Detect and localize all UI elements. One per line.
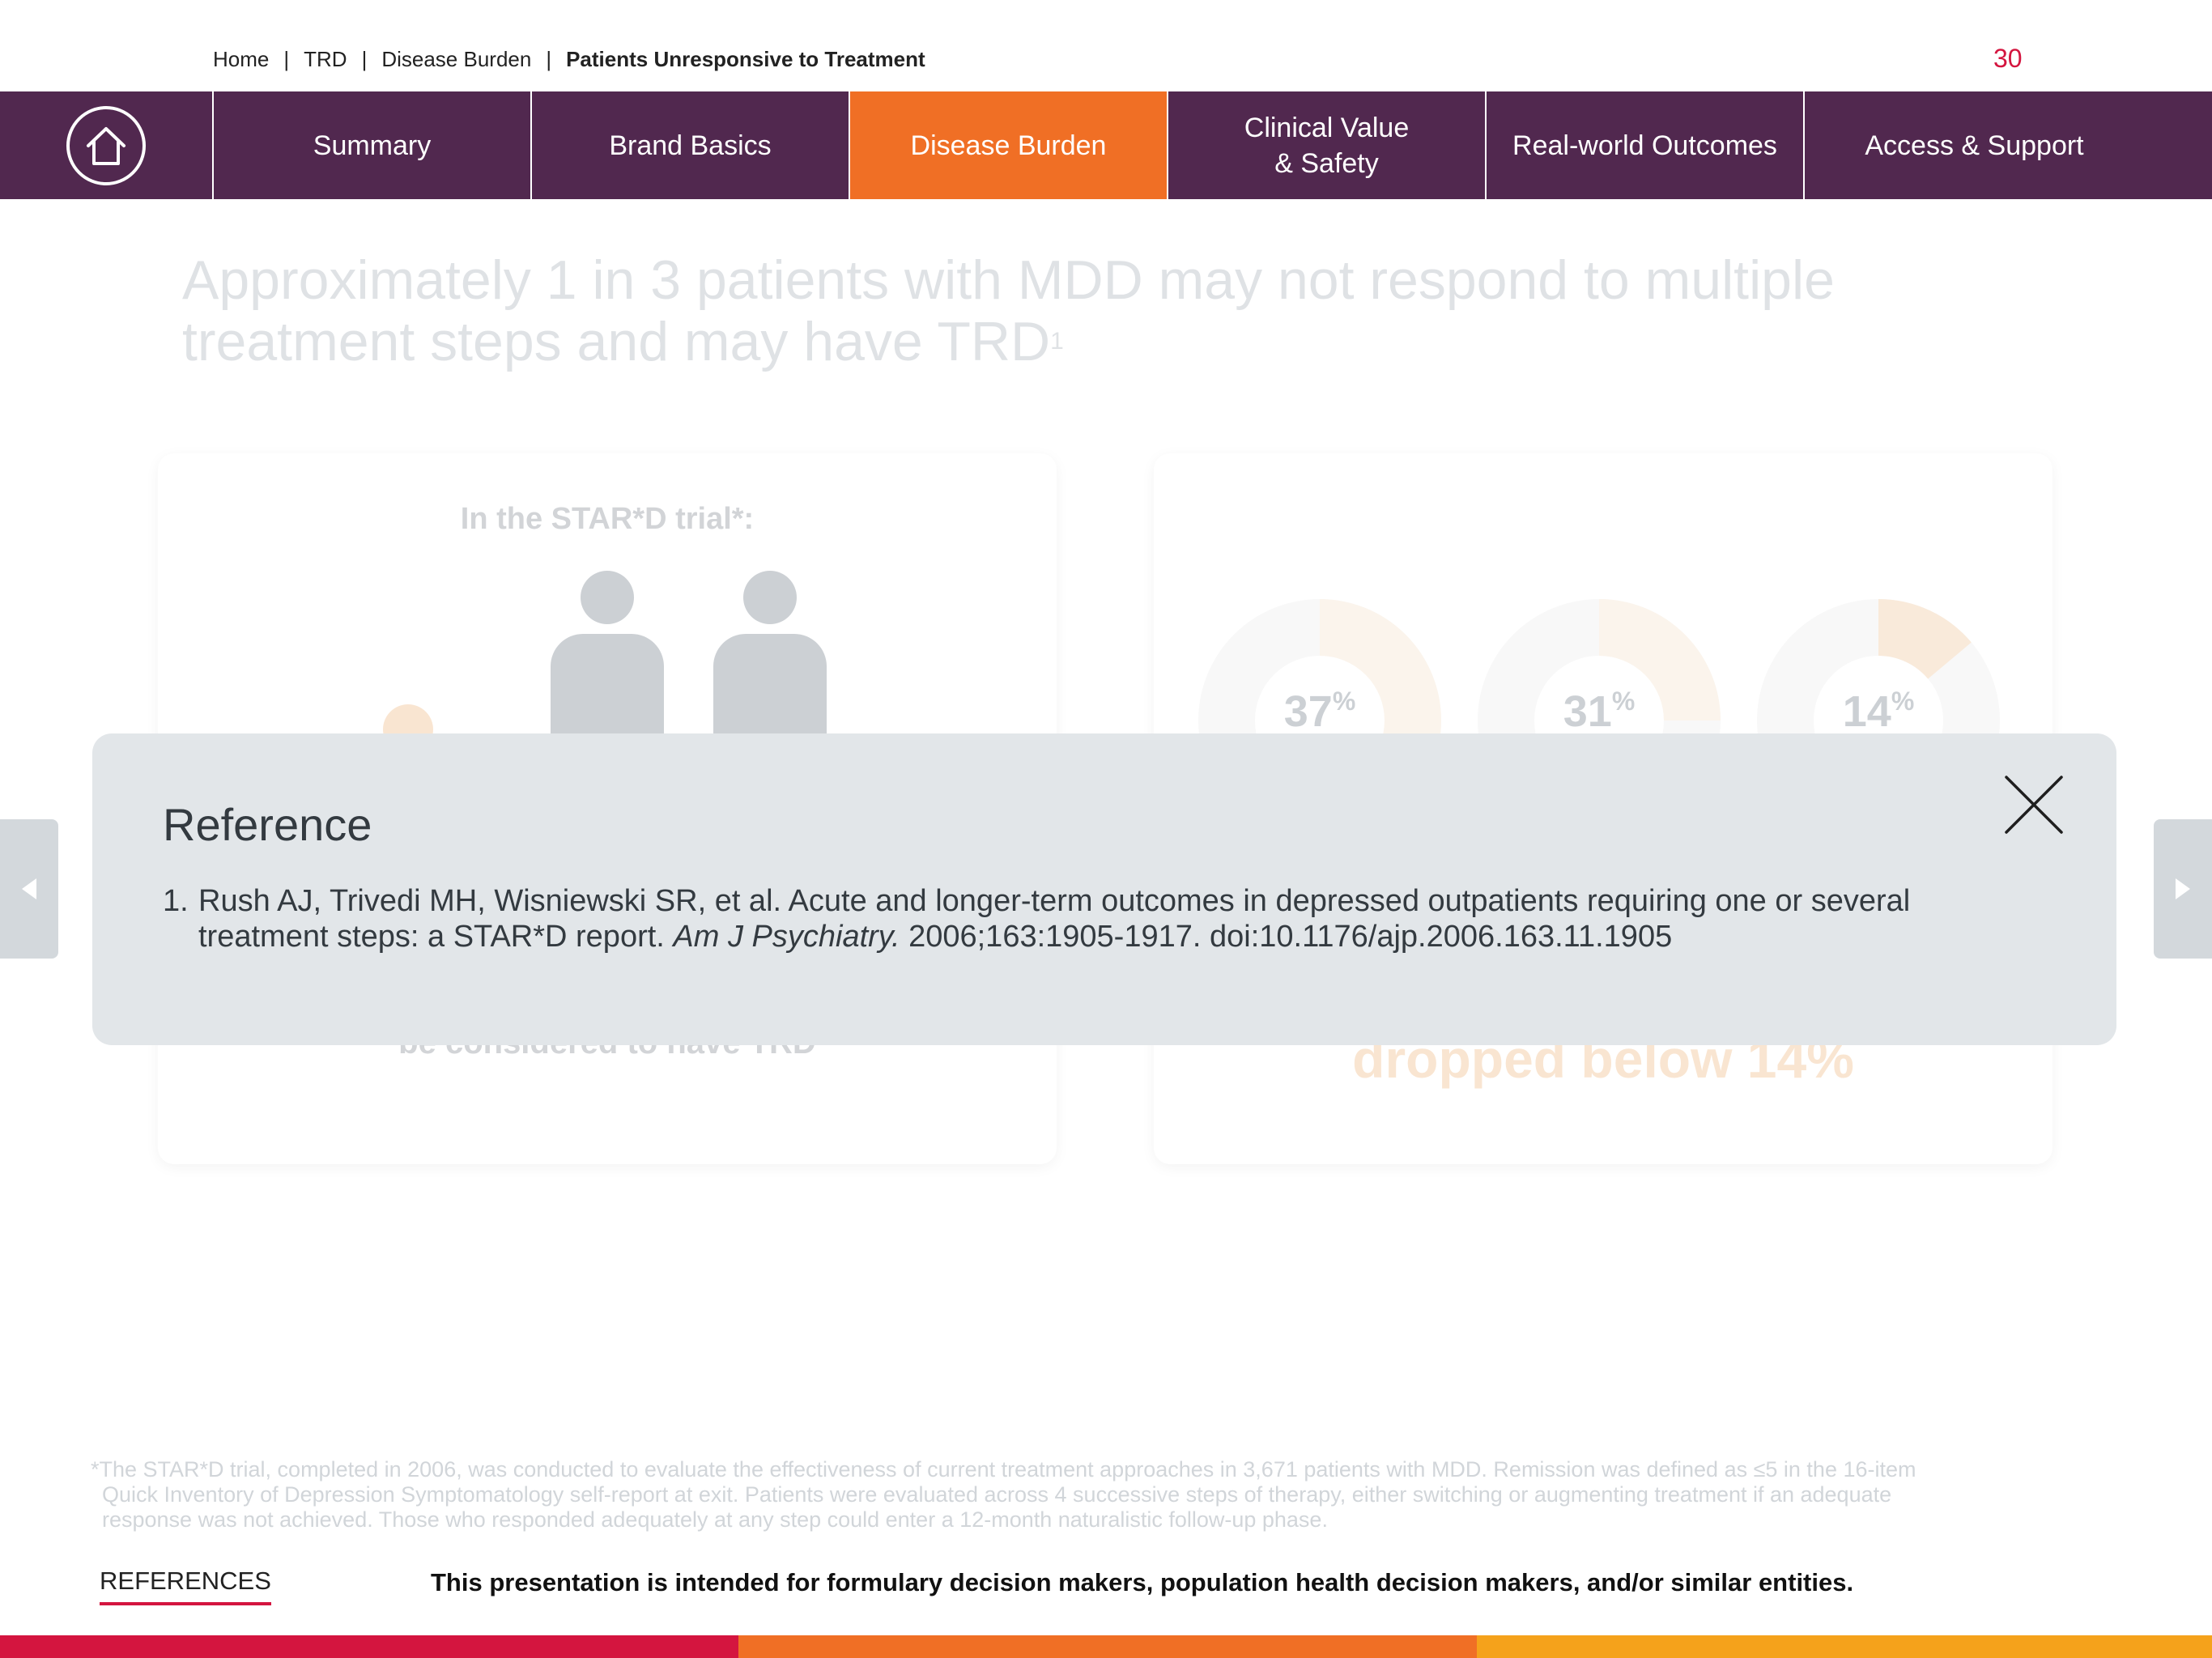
- reference-number: 1.: [163, 884, 189, 918]
- footnote-line: response was not achieved. Those who res…: [102, 1507, 1328, 1532]
- footnote: *The STAR*D trial, completed in 2006, wa…: [91, 1457, 2018, 1533]
- person-icon: [547, 571, 668, 755]
- next-page-button[interactable]: [2154, 819, 2212, 959]
- headline-reference-marker[interactable]: 1: [1050, 328, 1064, 355]
- breadcrumb-separator: |: [546, 47, 552, 71]
- headline-text: Approximately 1 in 3 patients with MDD m…: [182, 249, 1835, 372]
- tab-disease-burden[interactable]: Disease Burden: [850, 91, 1168, 199]
- tab-access-support[interactable]: Access & Support: [1805, 91, 2144, 199]
- page-number: 30: [1993, 44, 2023, 73]
- breadcrumb-home[interactable]: Home: [213, 47, 269, 72]
- trial-card-title: In the STAR*D trial*:: [460, 502, 755, 536]
- tab-clinical-value-safety[interactable]: Clinical Value & Safety: [1168, 91, 1487, 199]
- donut-value: 31%: [1563, 687, 1636, 736]
- reference-item: 1. Rush AJ, Trivedi MH, Wisniewski SR, e…: [163, 883, 2025, 954]
- close-button[interactable]: [2003, 774, 2065, 835]
- color-bar-red: [0, 1635, 738, 1658]
- chevron-left-icon: [22, 878, 36, 899]
- footnote-line: Quick Inventory of Depression Symptomato…: [102, 1482, 1892, 1507]
- prev-page-button[interactable]: [0, 819, 58, 959]
- nav-home-button[interactable]: [0, 91, 214, 199]
- home-icon: [66, 105, 146, 185]
- tab-summary[interactable]: Summary: [214, 91, 532, 199]
- breadcrumb: Home | TRD | Disease Burden | Patients U…: [213, 47, 925, 72]
- breadcrumb-current: Patients Unresponsive to Treatment: [566, 47, 925, 71]
- page-headline: Approximately 1 in 3 patients with MDD m…: [182, 249, 2044, 372]
- donut-value: 37%: [1283, 687, 1356, 736]
- donut-value: 14%: [1842, 687, 1915, 736]
- reference-text: Rush AJ, Trivedi MH, Wisniewski SR, et a…: [198, 884, 1911, 954]
- close-icon: [2005, 776, 2063, 834]
- color-bar-yellow: [1477, 1635, 2212, 1658]
- journal-name: Am J Psychiatry.: [673, 920, 900, 954]
- main-nav: Summary Brand Basics Disease Burden Clin…: [0, 91, 2212, 199]
- tab-real-world-outcomes[interactable]: Real-world Outcomes: [1487, 91, 1805, 199]
- breadcrumb-separator: |: [283, 47, 290, 71]
- breadcrumb-trd[interactable]: TRD: [304, 47, 347, 72]
- chevron-right-icon: [2176, 878, 2190, 899]
- footnote-line: *The STAR*D trial, completed in 2006, wa…: [91, 1457, 1916, 1482]
- tab-brand-basics[interactable]: Brand Basics: [532, 91, 850, 199]
- reference-modal: Reference 1. Rush AJ, Trivedi MH, Wisnie…: [92, 733, 2116, 1045]
- breadcrumb-separator: |: [361, 47, 368, 71]
- disclaimer: This presentation is intended for formul…: [431, 1568, 1854, 1596]
- breadcrumb-disease-burden[interactable]: Disease Burden: [381, 47, 531, 72]
- modal-title: Reference: [163, 799, 372, 850]
- brand-color-bar: [0, 1635, 2212, 1658]
- person-icon: [709, 571, 831, 755]
- references-link[interactable]: REFERENCES: [100, 1567, 271, 1605]
- color-bar-orange: [738, 1635, 1477, 1658]
